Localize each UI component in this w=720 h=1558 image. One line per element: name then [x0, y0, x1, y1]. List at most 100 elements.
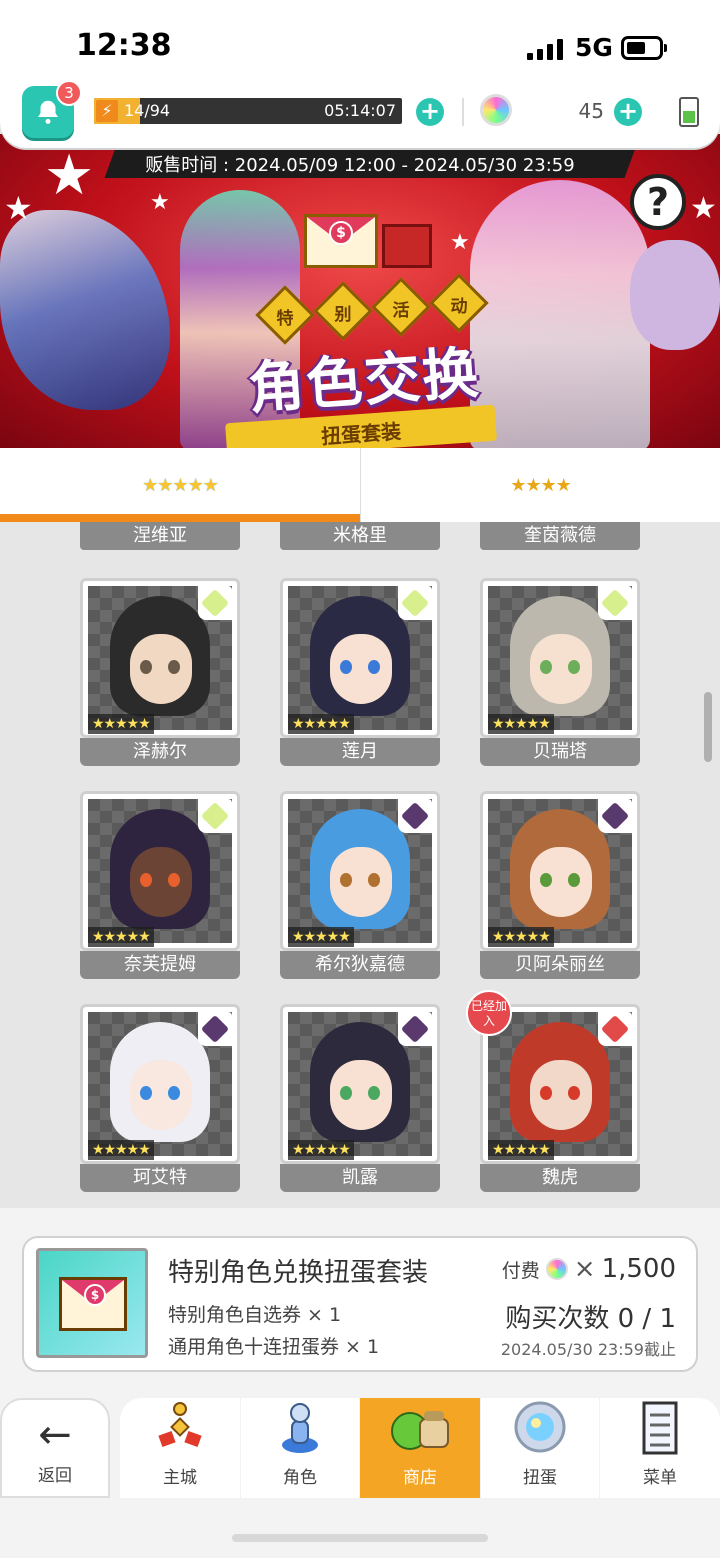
element-mark — [400, 588, 430, 618]
price-multiplier: × — [573, 1254, 596, 1284]
element-mark — [600, 588, 630, 618]
gem-icon — [480, 94, 512, 126]
bottom-nav: ← 返回 主城 角色 商店 扭蛋 菜单 — [0, 1392, 720, 1500]
portrait-eye — [340, 660, 352, 674]
character-card[interactable]: ★★★★★ 莲月 — [280, 578, 440, 766]
portrait-eye — [340, 873, 352, 887]
element-mark — [200, 1014, 230, 1044]
rarity-stars: ★★★★★ — [488, 927, 554, 947]
character-card[interactable]: ★★★★★ 奈芙提姆 — [80, 791, 240, 979]
element-mark — [600, 1014, 630, 1044]
nav-item-home[interactable]: 主城 — [120, 1398, 240, 1498]
light-element-icon — [398, 586, 432, 620]
character-card[interactable]: ★★★★★ 珂艾特 — [80, 1004, 240, 1192]
owned-badge: 已经加入 — [466, 990, 512, 1036]
status-time: 12:38 — [76, 28, 172, 63]
character-card[interactable]: ★★★★★ 希尔狄嘉德 — [280, 791, 440, 979]
lightning-icon: ⚡ — [96, 100, 118, 122]
home-indicator[interactable] — [232, 1534, 488, 1542]
purchase-count: 购买次数 0 / 1 — [505, 1304, 676, 1334]
notification-badge: 3 — [56, 80, 82, 106]
event-chip-label: 活 — [392, 301, 410, 321]
divider — [462, 98, 464, 126]
nav-item-shop[interactable]: 商店 — [360, 1398, 480, 1498]
price-amount: 1,500 — [601, 1254, 676, 1284]
character-grid[interactable]: 涅维亚 米格里 奎茵薇德 ★★★★★ 泽赫尔 ★★★★★ 莲月 ★★★★★ 贝瑞塔 ★★★★… — [0, 522, 720, 1208]
notification-button[interactable]: 3 — [22, 80, 82, 138]
scrollbar[interactable] — [704, 692, 712, 762]
gem-count: 45 — [578, 99, 604, 123]
dark-element-icon — [398, 799, 432, 833]
character-card[interactable]: ★★★★★ 泽赫尔 — [80, 578, 240, 766]
rarity-tabs: ★★★★★ ★★★★ — [0, 448, 720, 522]
add-energy-button[interactable]: + — [416, 98, 444, 126]
castle-icon — [158, 1402, 202, 1448]
character-card[interactable]: ★★★★★ 贝瑞塔 — [480, 578, 640, 766]
character-name[interactable]: 米格里 — [280, 522, 440, 550]
character-name: 凯露 — [280, 1164, 440, 1192]
character-name[interactable]: 涅维亚 — [80, 522, 240, 550]
rarity-stars: ★★★★★ — [88, 714, 154, 734]
dragon-art — [0, 210, 170, 410]
tab-four-star[interactable]: ★★★★ — [360, 448, 720, 522]
character-card[interactable]: ★★★★★ 凯露 — [280, 1004, 440, 1192]
character-name: 泽赫尔 — [80, 738, 240, 766]
envelope-icon: $ — [304, 214, 378, 268]
element-mark — [200, 588, 230, 618]
nav-label: 扭蛋 — [523, 1468, 557, 1488]
package-price: 付费 × 1,500 — [502, 1254, 676, 1284]
character-name: 希尔狄嘉德 — [280, 951, 440, 979]
sale-time: 贩售时间 : 2024.05/09 12:00 - 2024.05/30 23:… — [145, 155, 575, 176]
character-icon — [282, 1403, 318, 1453]
gacha-orb-icon — [514, 1401, 566, 1453]
nav-label: 菜单 — [643, 1468, 677, 1488]
add-gems-button[interactable]: + — [614, 98, 642, 126]
character-name: 贝阿朵丽丝 — [480, 951, 640, 979]
package-card[interactable]: $ 特别角色兑换扭蛋套装 特别角色自选券 × 1 通用角色十连扭蛋券 × 1 付… — [22, 1236, 698, 1372]
price-label: 付费 — [501, 1259, 540, 1282]
nav-item-menu[interactable]: 菜单 — [600, 1398, 720, 1498]
nav-label: 主城 — [163, 1468, 197, 1488]
rarity-stars: ★★★★★ — [288, 1140, 354, 1160]
envelope-icon: $ — [59, 1277, 127, 1331]
portrait-eye — [540, 660, 552, 674]
tab-five-star[interactable]: ★★★★★ — [0, 448, 360, 522]
character-name: 魏虎 — [480, 1164, 640, 1192]
portrait-eye — [568, 660, 580, 674]
stamina-battery-icon — [679, 97, 699, 127]
rarity-stars: ★★★★★ — [288, 714, 354, 734]
nav-item-characters[interactable]: 角色 — [241, 1398, 359, 1498]
character-name[interactable]: 奎茵薇德 — [480, 522, 640, 550]
help-button[interactable]: ? — [630, 174, 686, 230]
character-name: 莲月 — [280, 738, 440, 766]
back-label: 返回 — [38, 1466, 72, 1486]
tab-five-star-label: ★★★★★ — [142, 474, 219, 496]
dark-element-icon — [198, 1012, 232, 1046]
event-chip-label: 动 — [450, 297, 468, 317]
star-decoration: ★ — [690, 191, 717, 226]
portrait-eye — [368, 873, 380, 887]
package-item: 特别角色自选券 × 1 — [168, 1304, 342, 1326]
portrait-eye — [168, 660, 180, 674]
resource-bar: 3 ⚡ 14/94 05:14:07 + 45 + — [0, 78, 720, 148]
light-element-icon — [198, 799, 232, 833]
portrait-eye — [568, 1086, 580, 1100]
plush-art — [630, 240, 720, 350]
arrow-left-icon: ← — [38, 1412, 72, 1458]
rarity-stars: ★★★★★ — [488, 1140, 554, 1160]
portrait-eye — [368, 660, 380, 674]
tab-four-star-label: ★★★★ — [510, 474, 572, 496]
back-button[interactable]: ← 返回 — [0, 1398, 110, 1498]
event-chip-label: 特 — [276, 309, 294, 329]
portrait-eye — [540, 873, 552, 887]
character-card[interactable]: ★★★★★ 贝阿朵丽丝 — [480, 791, 640, 979]
portrait-eye — [140, 873, 152, 887]
ticket-icon — [382, 224, 432, 268]
portrait-eye — [168, 1086, 180, 1100]
nav-item-gacha[interactable]: 扭蛋 — [481, 1398, 599, 1498]
star-decoration: ★ — [450, 230, 470, 255]
character-card[interactable]: ★★★★★ 魏虎 已经加入 — [466, 990, 640, 1192]
portrait-eye — [140, 660, 152, 674]
portrait-eye — [168, 873, 180, 887]
character-name: 贝瑞塔 — [480, 738, 640, 766]
